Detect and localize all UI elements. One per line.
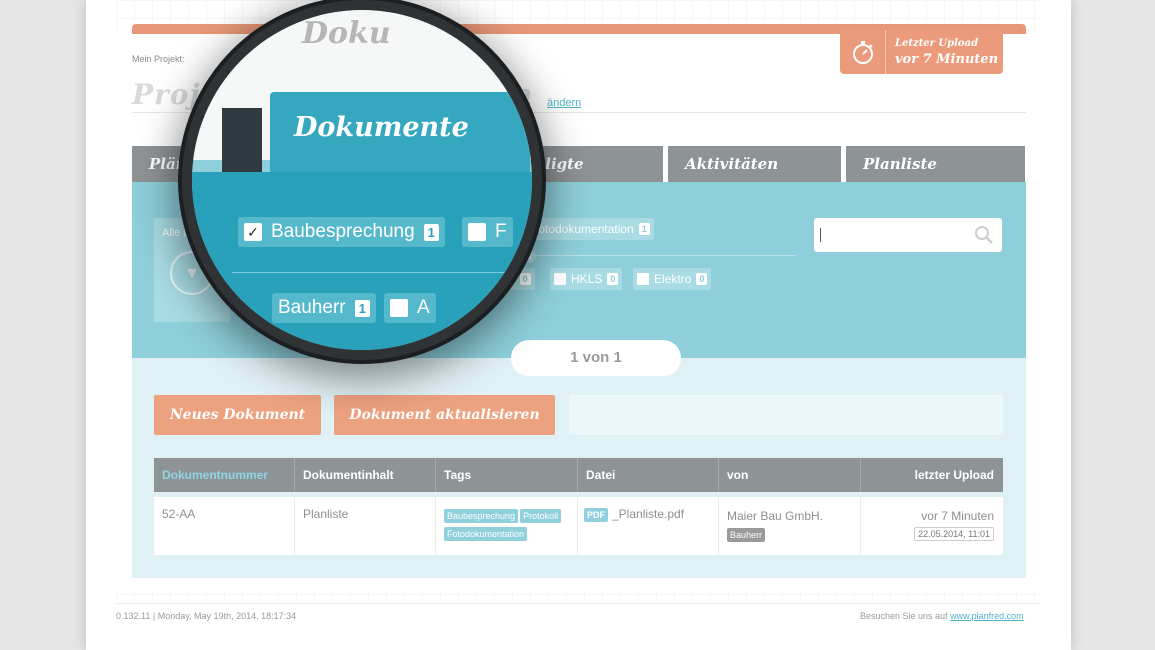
search-input[interactable] [814,218,1002,252]
col-header-inhalt[interactable]: Dokumentinhalt [295,458,436,492]
search-icon[interactable] [974,225,994,245]
filter-chip-label: F [495,221,507,242]
upload-relative-time: vor 7 Minuten [921,509,994,523]
cell-datei: PDF _Planliste.pdf [578,497,719,555]
filter-chip-label: Bauherr [278,297,346,318]
cell-von: Maier Bau GmbH. Bauherr [719,497,861,555]
cell-tags: Baubesprechung Protokoll Fotodokumentatio… [436,497,578,555]
tab-aktivitaeten[interactable]: Aktivitäten [668,146,841,182]
footer-link-area: Besuchen Sie uns auf www.planfred.com [860,611,1024,621]
upload-date: 22.05.2014, 11:01 [914,527,994,541]
last-upload-time: vor 7 Minuten [895,51,999,67]
filter-chip-label: Fotodokumentation [531,222,634,236]
filter-chip-count: 0 [607,273,619,285]
table-header: Dokumentnummer Dokumentinhalt Tags Datei… [154,458,1003,492]
new-document-button[interactable]: Neues Dokument [154,395,321,435]
filter-chip-count: 1 [354,299,370,317]
filter-chip-baubesprechung[interactable]: ✓ Baubesprechung 1 [238,217,445,247]
col-header-nummer[interactable]: Dokumentnummer [154,458,295,492]
filter-chip-hkls[interactable]: HKLS 0 [550,268,623,290]
checkbox[interactable] [554,273,566,285]
role-badge: Bauherr [727,528,766,542]
col-header-datei[interactable]: Datei [578,458,719,492]
pagination: 1 von 1 [511,340,681,376]
checkbox[interactable] [637,273,649,285]
filter-chip-count: 1 [423,223,439,241]
filter-chip-bauherr[interactable]: Bauherr 1 [272,293,376,323]
magnified-filter-band [192,172,532,350]
cell-inhalt: Planliste [295,497,436,555]
tag-badge[interactable]: Baubesprechung [444,509,519,523]
filter-chip-label: HKLS [571,272,603,286]
edit-project-link[interactable]: ändern [547,97,581,109]
table-row[interactable]: 52-AA Planliste Baubesprechung Protokoll … [154,497,1003,555]
pdf-icon: PDF [584,508,608,522]
cell-nummer: 52-AA [154,497,295,555]
checkbox-checked[interactable]: ✓ [244,223,262,241]
checkbox[interactable] [468,223,486,241]
cell-upload: vor 7 Minuten 22.05.2014, 11:01 [861,497,1003,555]
filter-chip-count: 0 [696,273,708,285]
stopwatch-icon [840,30,886,74]
update-document-button[interactable]: Dokument aktualisieren [334,395,555,435]
footer-version: 0.132.11 | Monday, May 19th, 2014, 18:17… [116,611,297,621]
col-header-von[interactable]: von [719,458,861,492]
author-name: Maier Bau GmbH. [727,509,824,523]
website-link[interactable]: www.planfred.com [950,611,1024,621]
tab-dokumente-active[interactable]: Dokumente [270,92,530,174]
checkbox[interactable] [390,299,408,317]
col-header-tags[interactable]: Tags [436,458,578,492]
magnified-inactive-tab [222,108,262,172]
filter-chip-partial[interactable]: F [462,217,513,247]
tag-badge[interactable]: Fotodokumentation [444,527,528,541]
tag-badge[interactable]: Protokoll [520,509,562,523]
magnified-title: Doku [302,16,391,51]
filter-chip-label: A [417,297,430,318]
magnifier-overlay: Doku Dokumente ✓ Baubesprechung 1 F Bauh… [192,10,532,350]
file-link[interactable]: _Planliste.pdf [612,507,684,521]
filter-chip-label: Elektro [654,272,692,286]
tab-planliste[interactable]: Planliste [846,146,1025,182]
filter-chip-fotodokumentation[interactable]: Fotodokumentation 1 [527,218,654,240]
text-caret [820,228,821,242]
filter-chip-count: 1 [638,223,650,235]
col-header-upload[interactable]: letzter Upload [861,458,1003,492]
last-upload-label: Letzter Upload [895,37,979,49]
footer-visit-text: Besuchen Sie uns auf [860,611,948,621]
message-area [569,395,1003,435]
last-upload-badge: Letzter Upload vor 7 Minuten [840,30,1003,74]
footer-divider [116,603,1041,604]
magnified-divider [232,272,532,273]
filter-chip-partial-2[interactable]: A [384,293,436,323]
filter-chip-label: Baubesprechung [271,221,415,242]
project-label: Mein Projekt: [132,54,185,64]
filter-chip-elektro[interactable]: Elektro 0 [633,268,712,290]
